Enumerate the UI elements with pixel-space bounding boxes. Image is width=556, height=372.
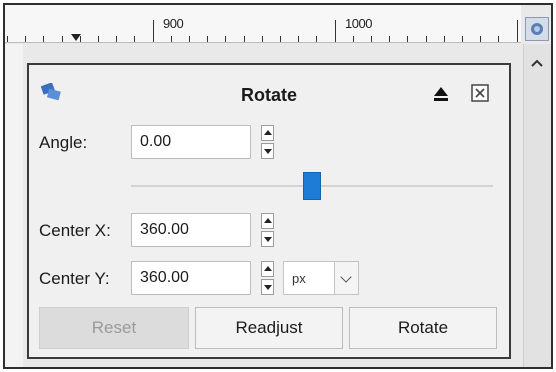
ruler-tick [334,20,336,42]
vertical-scrollbar[interactable] [523,44,551,367]
center-x-input[interactable]: 360.00 [131,213,251,247]
ruler-tick [425,36,427,42]
rotate-button[interactable]: Rotate [349,307,497,349]
ruler-tick [389,36,391,42]
angle-slider-thumb[interactable] [303,172,321,200]
ruler-tick [98,36,99,42]
ruler-label-1000: 1000 [345,16,372,31]
unit-value: px [292,271,306,286]
rotate-dialog: Rotate Angle: 0.00 Center X: 360.00 Cent… [27,63,511,359]
angle-increment-button[interactable] [261,125,274,141]
ruler-tick [61,36,63,42]
eject-icon[interactable] [433,85,449,103]
center-y-input[interactable]: 360.00 [131,261,251,295]
ruler-tick [298,36,300,42]
ruler-tick [352,36,354,42]
center-y-label: Center Y: [39,269,110,288]
angle-label: Angle: [39,133,88,152]
ruler-tick [116,36,118,42]
reset-button[interactable]: Reset [39,307,189,349]
ruler-tick [261,36,263,42]
center-y-decrement-button[interactable] [261,279,274,295]
ruler-tick [316,36,318,42]
horizontal-ruler[interactable]: 900 1000 [5,5,521,43]
navigate-icon [531,23,543,35]
center-y-spinner[interactable] [261,261,274,295]
ruler-tick [134,36,136,42]
ruler-tick [170,36,172,42]
dialog-titlebar[interactable]: Rotate [29,65,509,117]
angle-spinner[interactable] [261,125,274,159]
ruler-tick [371,36,372,42]
navigate-button[interactable] [525,17,549,41]
ruler-tick [516,20,518,42]
ruler-tick [225,36,227,42]
ruler-tick [243,36,245,42]
ruler-tick [207,36,209,42]
ruler-tick [407,36,409,42]
angle-input[interactable]: 0.00 [131,125,251,159]
readjust-button[interactable]: Readjust [195,307,343,349]
ruler-tick [43,36,45,42]
center-x-increment-button[interactable] [261,213,274,229]
ruler-tick [280,36,281,42]
ruler-label-900: 900 [163,16,184,31]
unit-dropdown[interactable]: px [283,261,359,295]
ruler-tick [189,36,190,42]
canvas-area[interactable] [5,44,23,367]
center-y-increment-button[interactable] [261,261,274,277]
ruler-tick [443,36,445,42]
ruler-tick [462,36,463,42]
center-x-label: Center X: [39,221,111,240]
angle-decrement-button[interactable] [261,143,274,159]
canvas-window: 900 1000 Rotate Angle: 0.00 Center X: 36… [3,3,553,369]
chevron-down-icon[interactable] [334,262,358,294]
ruler-tick [79,36,81,42]
center-x-decrement-button[interactable] [261,231,274,247]
ruler-tick [7,36,8,42]
ruler-tick [152,20,154,42]
close-icon[interactable] [471,84,489,102]
scroll-up-icon[interactable] [530,58,544,68]
ruler-tick [498,36,500,42]
center-x-spinner[interactable] [261,213,274,247]
ruler-tick [25,36,27,42]
ruler-tick [480,36,482,42]
